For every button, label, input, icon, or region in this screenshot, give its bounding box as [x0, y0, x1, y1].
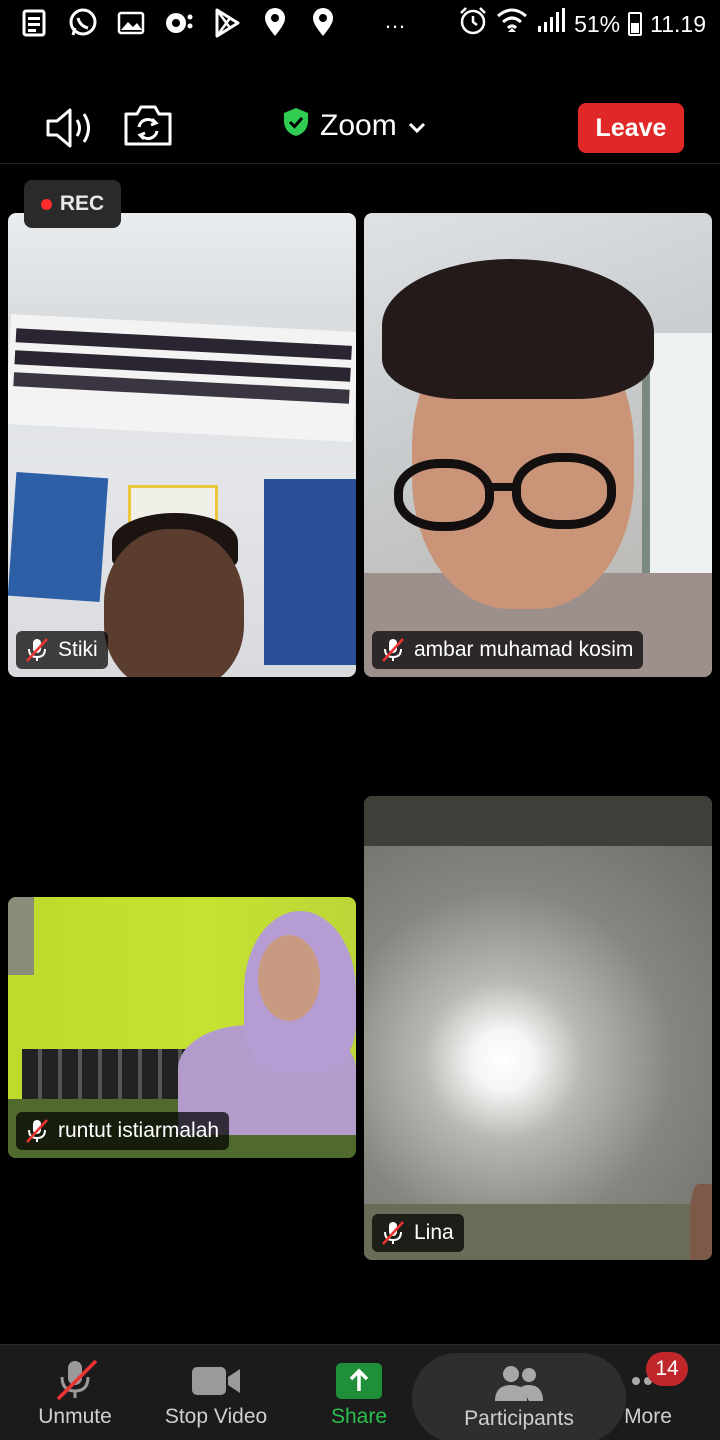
participant-video-feed [104, 529, 244, 677]
participant-video-feed [258, 935, 320, 1021]
participants-label: Participants [464, 1407, 574, 1430]
stop-video-button[interactable]: Stop Video [156, 1345, 276, 1440]
signal-icon [536, 8, 566, 40]
meeting-top-bar: Zoom Leave [0, 90, 720, 166]
participant-name-tag: Stiki [16, 631, 108, 669]
participants-button[interactable]: Participants [412, 1353, 626, 1440]
speaker-icon[interactable] [44, 106, 96, 150]
battery-percent: 51% [574, 10, 621, 37]
gallery-icon [114, 6, 148, 40]
shield-check-icon [282, 106, 310, 146]
recording-badge: REC [24, 180, 121, 228]
leave-button[interactable]: Leave [578, 103, 684, 153]
meeting-title-text: Zoom [320, 109, 397, 142]
participant-name-tag: runtut istiarmalah [16, 1112, 230, 1150]
recording-label: REC [59, 192, 105, 215]
participant-video-feed [364, 796, 712, 846]
play-store-icon [210, 6, 244, 40]
video-camera-icon [192, 1367, 240, 1395]
participant-name: Stiki [58, 638, 98, 661]
share-screen-icon [336, 1363, 382, 1399]
stop-video-label: Stop Video [164, 1405, 268, 1428]
mic-muted-icon [382, 1221, 404, 1245]
wifi-icon [496, 6, 528, 42]
notification-count-badge: 14 [646, 1352, 688, 1386]
notification-icons [18, 6, 340, 40]
video-tile[interactable]: Stiki [8, 213, 356, 677]
video-tile[interactable]: runtut istiarmalah [8, 897, 356, 1158]
mic-muted-icon [56, 1359, 98, 1401]
video-feed-background [8, 313, 356, 443]
participants-icon [495, 1366, 543, 1401]
alarm-icon [458, 6, 488, 42]
location-icon [258, 6, 292, 40]
video-tile[interactable]: ambar muhamad kosim [364, 213, 712, 677]
chevron-down-icon [407, 109, 427, 143]
mic-muted-icon [382, 638, 404, 662]
switch-camera-icon[interactable] [122, 102, 174, 150]
overflow-icon: … [384, 8, 408, 33]
unmute-label: Unmute [38, 1405, 112, 1428]
assistant-icon [162, 6, 196, 40]
location-icon [306, 6, 340, 40]
participant-name-tag: Lina [372, 1214, 464, 1252]
participant-name: runtut istiarmalah [58, 1119, 220, 1142]
participant-name-tag: ambar muhamad kosim [372, 631, 644, 669]
mic-muted-icon [26, 1119, 48, 1143]
notes-icon [18, 6, 52, 40]
meeting-title[interactable]: Zoom [282, 106, 427, 146]
participant-name: ambar muhamad kosim [414, 638, 634, 661]
battery-icon [628, 12, 643, 36]
share-button[interactable]: Share [318, 1345, 400, 1440]
top-divider [0, 163, 720, 164]
video-tile[interactable]: Lina [364, 796, 712, 1260]
whatsapp-icon [66, 6, 100, 40]
mic-muted-icon [26, 638, 48, 662]
participant-name: Lina [414, 1221, 454, 1244]
unmute-button[interactable]: Unmute [26, 1345, 124, 1440]
status-bar: … 51% 11.19 [0, 0, 720, 50]
share-label: Share [330, 1405, 388, 1428]
more-label: More [624, 1405, 672, 1428]
clock: 11.19 [650, 10, 706, 37]
system-status: 51% 11.19 [458, 6, 706, 42]
record-dot-icon [40, 198, 52, 210]
meeting-toolbar: Unmute Stop Video Share Participants Mor… [0, 1344, 720, 1440]
